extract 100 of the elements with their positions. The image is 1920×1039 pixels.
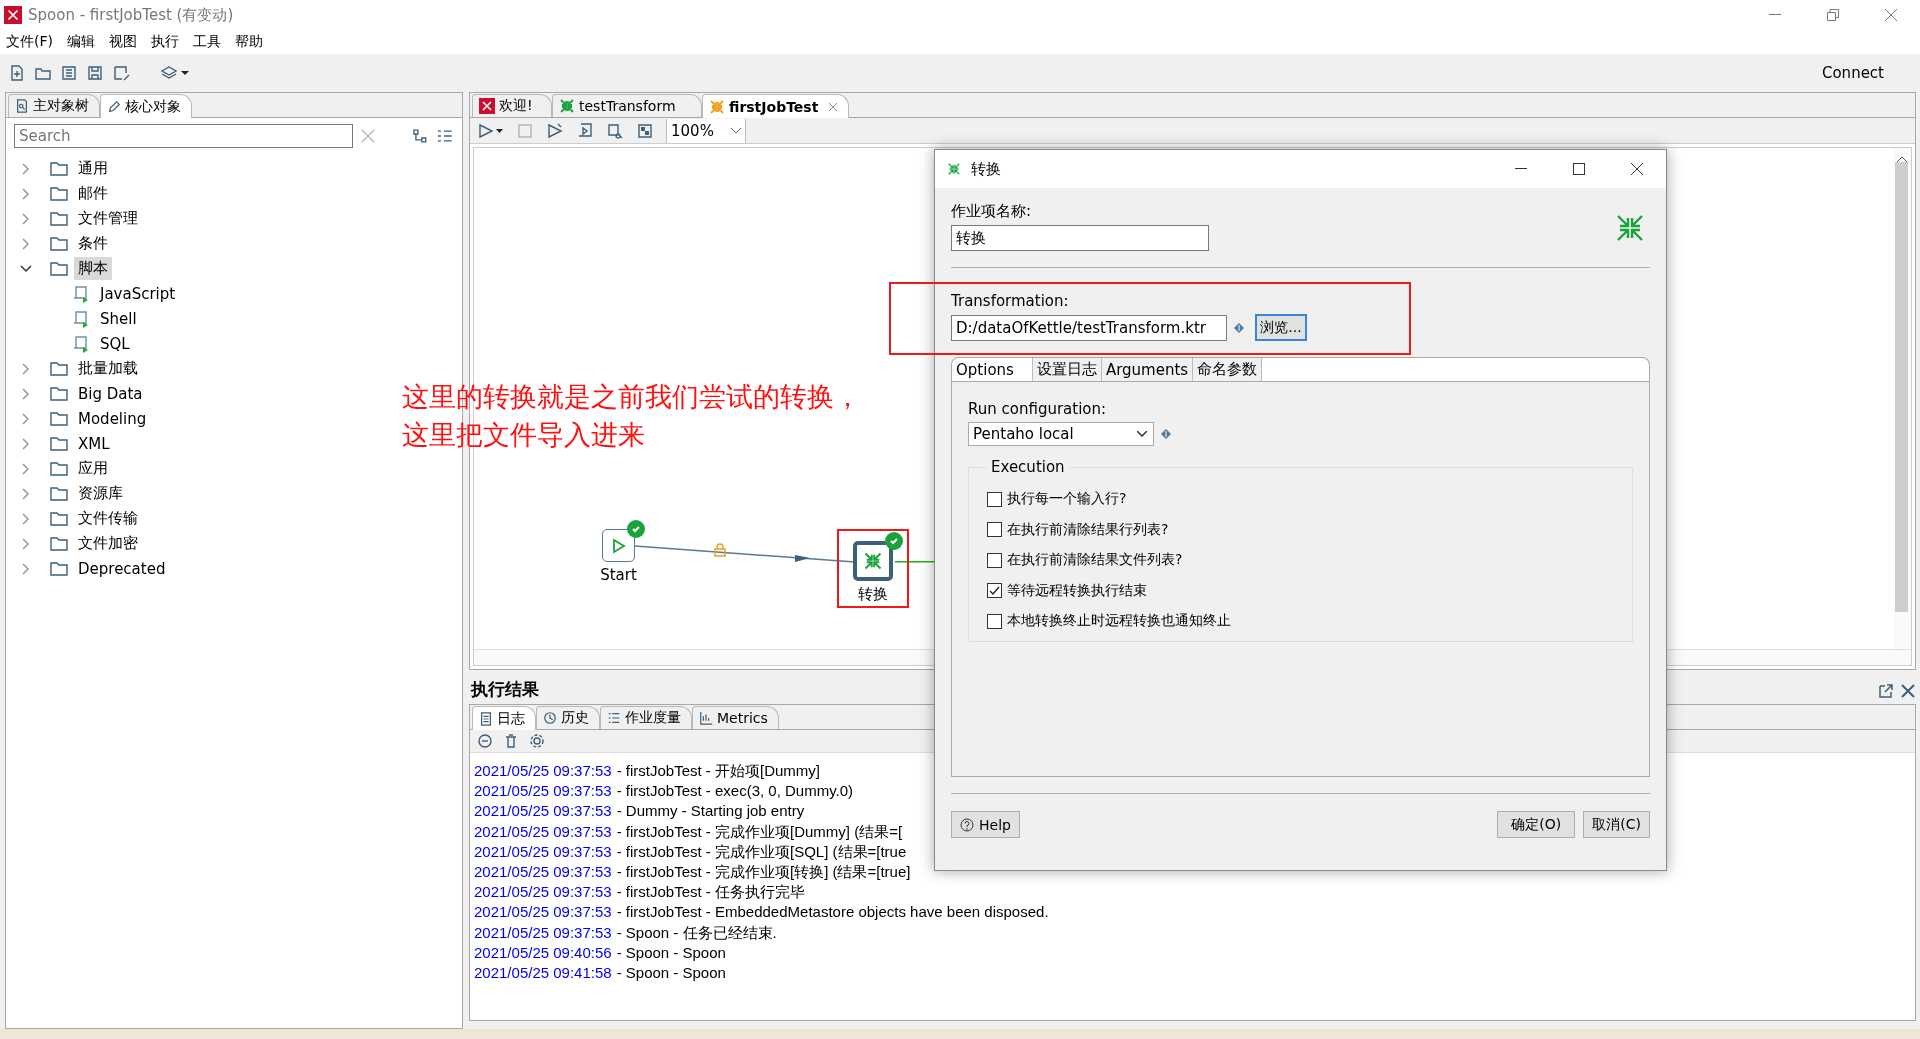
- panel-tab[interactable]: 核心对象: [100, 94, 192, 118]
- arrows-in-icon: [947, 162, 961, 176]
- tree-item[interactable]: XML: [74, 432, 114, 455]
- chevron-right-icon[interactable]: [20, 537, 32, 550]
- results-tab[interactable]: 日志: [472, 706, 536, 730]
- ok-button[interactable]: 确定(O): [1497, 811, 1576, 838]
- tree-item[interactable]: SQL: [96, 332, 134, 355]
- help-button[interactable]: Help: [951, 811, 1020, 838]
- database-search-icon[interactable]: [606, 121, 624, 140]
- tree-item[interactable]: 资源库: [74, 482, 127, 505]
- tree-item[interactable]: 文件传输: [74, 507, 142, 530]
- log-line: 2021/05/25 09:37:53 - Spoon - 任务已经结束.: [474, 922, 777, 943]
- minus-circle-icon[interactable]: [476, 732, 494, 750]
- menu-item[interactable]: 工具: [193, 33, 221, 51]
- settings-icon[interactable]: [528, 732, 546, 750]
- chevron-right-icon[interactable]: [20, 412, 32, 425]
- chevron-right-icon[interactable]: [20, 437, 32, 450]
- play-icon[interactable]: [478, 121, 504, 140]
- log-line: 2021/05/25 09:37:53 - firstJobTest - 开始项[Dummy]: [474, 761, 820, 781]
- script-icon[interactable]: [576, 121, 594, 140]
- menu-item[interactable]: 视图: [109, 33, 137, 51]
- chevron-right-icon[interactable]: [20, 237, 32, 250]
- dialog-tab[interactable]: 命名参数: [1193, 358, 1263, 381]
- menu-item[interactable]: 帮助: [235, 33, 263, 51]
- log-line: 2021/05/25 09:40:56 - Spoon - Spoon: [474, 942, 726, 963]
- scrollbar-thumb[interactable]: [1895, 162, 1908, 612]
- minimize-icon[interactable]: [1515, 168, 1527, 170]
- log-line: 2021/05/25 09:37:53 - firstJobTest - exec(3, 0, Dummy.0): [474, 781, 854, 802]
- transform-node[interactable]: [853, 541, 893, 581]
- results-tab[interactable]: 历史: [536, 706, 600, 729]
- chevron-right-icon[interactable]: [20, 387, 32, 400]
- folder-icon: [50, 436, 68, 451]
- start-node[interactable]: [602, 529, 635, 562]
- new-file-icon[interactable]: [8, 64, 26, 82]
- checkbox[interactable]: [987, 552, 1002, 568]
- tree-item[interactable]: 批量加载: [74, 357, 142, 380]
- tree-item[interactable]: 邮件: [74, 182, 112, 205]
- name-field[interactable]: 转换: [951, 225, 1209, 251]
- chevron-right-icon[interactable]: [20, 362, 32, 375]
- list-icon[interactable]: [436, 127, 454, 145]
- tree-item[interactable]: 脚本: [74, 257, 112, 280]
- chevron-right-icon[interactable]: [20, 487, 32, 500]
- tree-item[interactable]: 通用: [74, 157, 112, 180]
- panel-tab[interactable]: 主对象树: [8, 94, 100, 117]
- list-icon[interactable]: [60, 64, 78, 82]
- dialog-tab[interactable]: Options: [952, 358, 1033, 381]
- dialog-tab[interactable]: 设置日志: [1032, 358, 1102, 381]
- dialog-tab[interactable]: Arguments: [1101, 358, 1194, 381]
- annotation-text: 这里的转换就是之前我们尝试的转换， 这里把文件导入进来: [402, 380, 861, 452]
- close-icon[interactable]: [1631, 163, 1643, 175]
- browse-button[interactable]: 浏览...: [1255, 314, 1307, 341]
- results-tab[interactable]: Metrics: [692, 706, 779, 729]
- tree-item[interactable]: 文件加密: [74, 532, 142, 555]
- run-configuration-dropdown[interactable]: Pentaho local: [968, 422, 1154, 446]
- tree-item[interactable]: 条件: [74, 232, 112, 255]
- check-icon: [889, 536, 899, 546]
- save-icon[interactable]: [86, 64, 104, 82]
- chevron-right-icon[interactable]: [20, 512, 32, 525]
- checkbox-label: 等待远程转换执行结束: [1007, 581, 1147, 600]
- tree-item[interactable]: Modeling: [74, 407, 151, 430]
- menu-item[interactable]: 文件(F): [6, 33, 53, 51]
- maximize-icon[interactable]: [1573, 163, 1585, 175]
- results-tab[interactable]: 作业度量: [600, 706, 692, 729]
- transformation-field[interactable]: D:/dataOfKettle/testTransform.ktr: [951, 314, 1227, 341]
- cancel-button[interactable]: 取消(C): [1583, 811, 1650, 838]
- search-field[interactable]: Search: [14, 124, 354, 148]
- checkbox[interactable]: [987, 583, 1002, 599]
- editor-tab[interactable]: 欢迎!: [472, 94, 552, 117]
- save-as-icon[interactable]: [112, 64, 130, 82]
- tree-icon[interactable]: [410, 127, 429, 145]
- tree-item[interactable]: Deprecated: [74, 557, 170, 580]
- tree-item[interactable]: Big Data: [74, 382, 147, 405]
- chevron-right-icon[interactable]: [20, 212, 32, 225]
- menu-item[interactable]: 编辑: [67, 33, 95, 51]
- tree-item[interactable]: JavaScript: [96, 282, 180, 305]
- restore-icon[interactable]: [1827, 9, 1839, 21]
- chevron-right-icon[interactable]: [20, 562, 32, 575]
- editor-tab[interactable]: firstJobTest: [702, 94, 850, 118]
- checkbox[interactable]: [987, 613, 1002, 629]
- checkbox[interactable]: [987, 491, 1002, 507]
- chevron-right-icon[interactable]: [20, 187, 32, 200]
- log-line: 2021/05/25 09:37:53 - firstJobTest - 完成作业项[转换] (结果=[true]: [474, 862, 911, 882]
- connect-button[interactable]: Connect: [1821, 64, 1884, 82]
- editor-tab[interactable]: testTransform: [552, 94, 702, 117]
- zoom-dropdown[interactable]: 100%: [666, 118, 746, 143]
- chevron-right-icon[interactable]: [20, 162, 32, 175]
- tree-item[interactable]: 应用: [74, 457, 112, 480]
- tree-item[interactable]: Shell: [96, 307, 141, 330]
- folder-icon: [50, 511, 68, 526]
- chevron-right-icon[interactable]: [20, 462, 32, 475]
- chevron-down-icon[interactable]: [20, 262, 32, 275]
- checkbox[interactable]: [987, 522, 1002, 538]
- group-title: Execution: [990, 458, 1066, 476]
- lock-icon: [714, 543, 726, 557]
- menu-item[interactable]: 执行: [151, 33, 179, 51]
- folder-icon: [50, 261, 68, 276]
- step-icon[interactable]: [546, 121, 564, 140]
- layers-icon[interactable]: [160, 64, 190, 82]
- tree-item[interactable]: 文件管理: [74, 207, 142, 230]
- grid-icon[interactable]: [636, 121, 654, 140]
